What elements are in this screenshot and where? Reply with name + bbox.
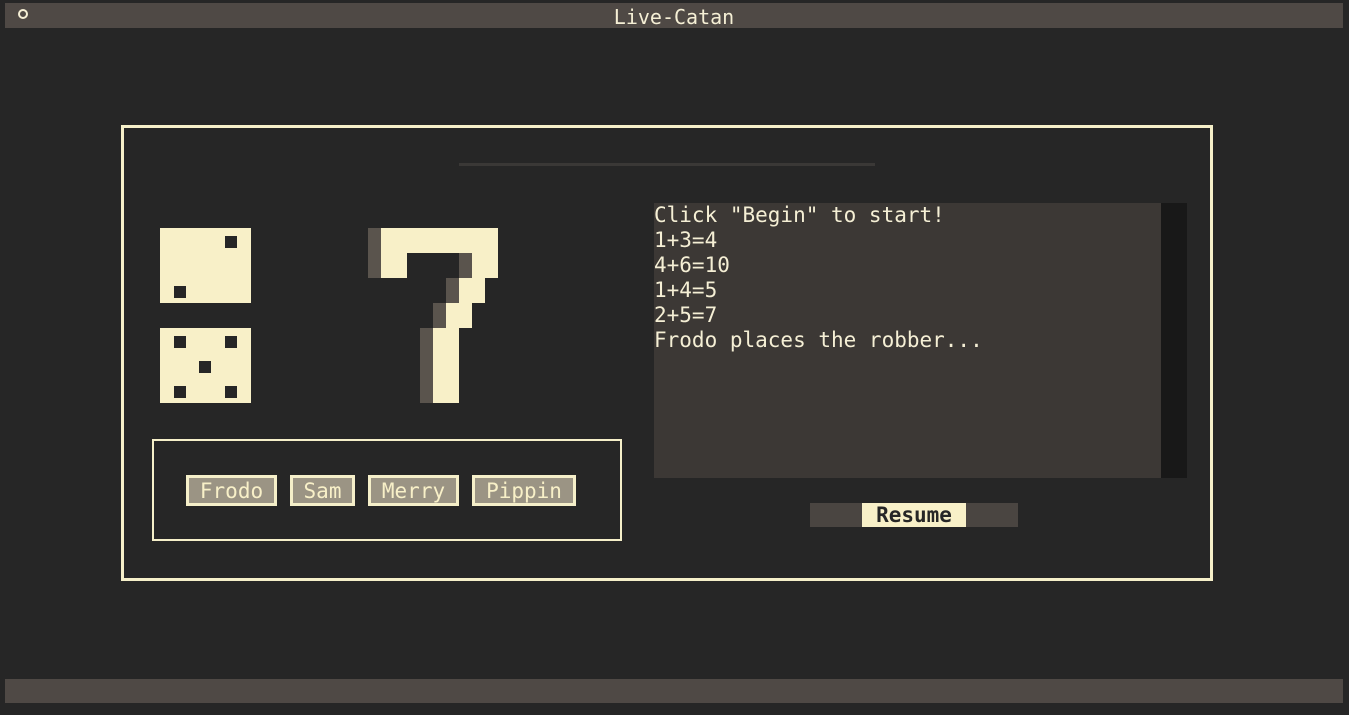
die-pip	[174, 386, 186, 398]
die-two	[160, 328, 251, 403]
die-pip	[225, 386, 237, 398]
die-one	[160, 228, 251, 303]
app-screen: Live-Catan Frodo Sam Merry Pippin Click …	[0, 0, 1349, 715]
status-bar	[5, 679, 1343, 703]
log-line: Click "Begin" to start!	[654, 203, 945, 227]
die-pip	[174, 336, 186, 348]
player-button-merry[interactable]: Merry	[368, 475, 459, 506]
log-line: 1+3=4	[654, 228, 718, 252]
window-title: Live-Catan	[613, 5, 735, 29]
log-line: Frodo places the robber...	[654, 328, 983, 352]
game-log: Click "Begin" to start! 1+3=4 4+6=10 1+4…	[654, 203, 1161, 478]
progress-divider	[459, 163, 875, 166]
die-pip	[225, 336, 237, 348]
die-pip	[225, 236, 237, 248]
title-bar: Live-Catan	[5, 3, 1343, 29]
resume-button[interactable]: Resume	[862, 503, 966, 527]
log-line: 1+4=5	[654, 278, 718, 302]
player-button-sam[interactable]: Sam	[290, 475, 355, 506]
player-button-pippin[interactable]: Pippin	[472, 475, 576, 506]
log-line: 2+5=7	[654, 303, 718, 327]
player-button-frodo[interactable]: Frodo	[186, 475, 277, 506]
log-scrollbar[interactable]	[1161, 203, 1187, 478]
die-pip	[199, 361, 211, 373]
log-line: 4+6=10	[654, 253, 730, 277]
die-pip	[174, 286, 186, 298]
